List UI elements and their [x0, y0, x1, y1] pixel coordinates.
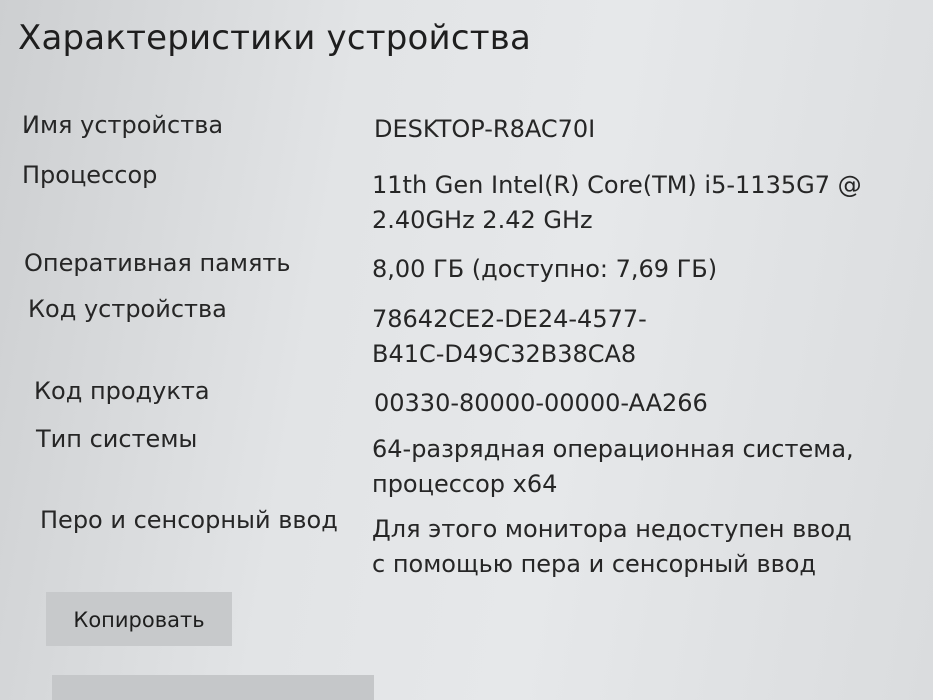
spec-label-pen-touch: Перо и сенсорный ввод — [40, 506, 338, 534]
spec-value-system-type: 64-разрядная операционная система, проце… — [372, 435, 854, 498]
spec-value-device-name: DESKTOP-R8AC70I — [374, 115, 596, 143]
spec-label-product-id: Код продукта — [34, 377, 210, 405]
rename-pc-button[interactable] — [52, 675, 374, 700]
spec-label-processor: Процессор — [22, 161, 158, 189]
spec-value-device-id: 78642CE2-DE24-4577-B41C-D49C32B38CA8 — [372, 305, 647, 368]
device-specifications-panel: Характеристики устройства Имя устройства… — [0, 0, 933, 700]
copy-button[interactable]: Копировать — [46, 592, 232, 646]
spec-label-device-name: Имя устройства — [22, 111, 224, 139]
spec-value-product-id: 00330-80000-00000-AA266 — [374, 389, 708, 417]
spec-value-pen-touch: Для этого монитора недоступен ввод с пом… — [372, 515, 852, 578]
spec-value-ram: 8,00 ГБ (доступно: 7,69 ГБ) — [372, 255, 718, 283]
spec-label-system-type: Тип системы — [36, 425, 198, 453]
page-title: Характеристики устройства — [18, 18, 531, 58]
spec-label-ram: Оперативная память — [24, 249, 291, 277]
spec-value-processor: 11th Gen Intel(R) Core(TM) i5-1135G7 @ 2… — [372, 171, 862, 234]
spec-label-device-id: Код устройства — [28, 295, 227, 323]
